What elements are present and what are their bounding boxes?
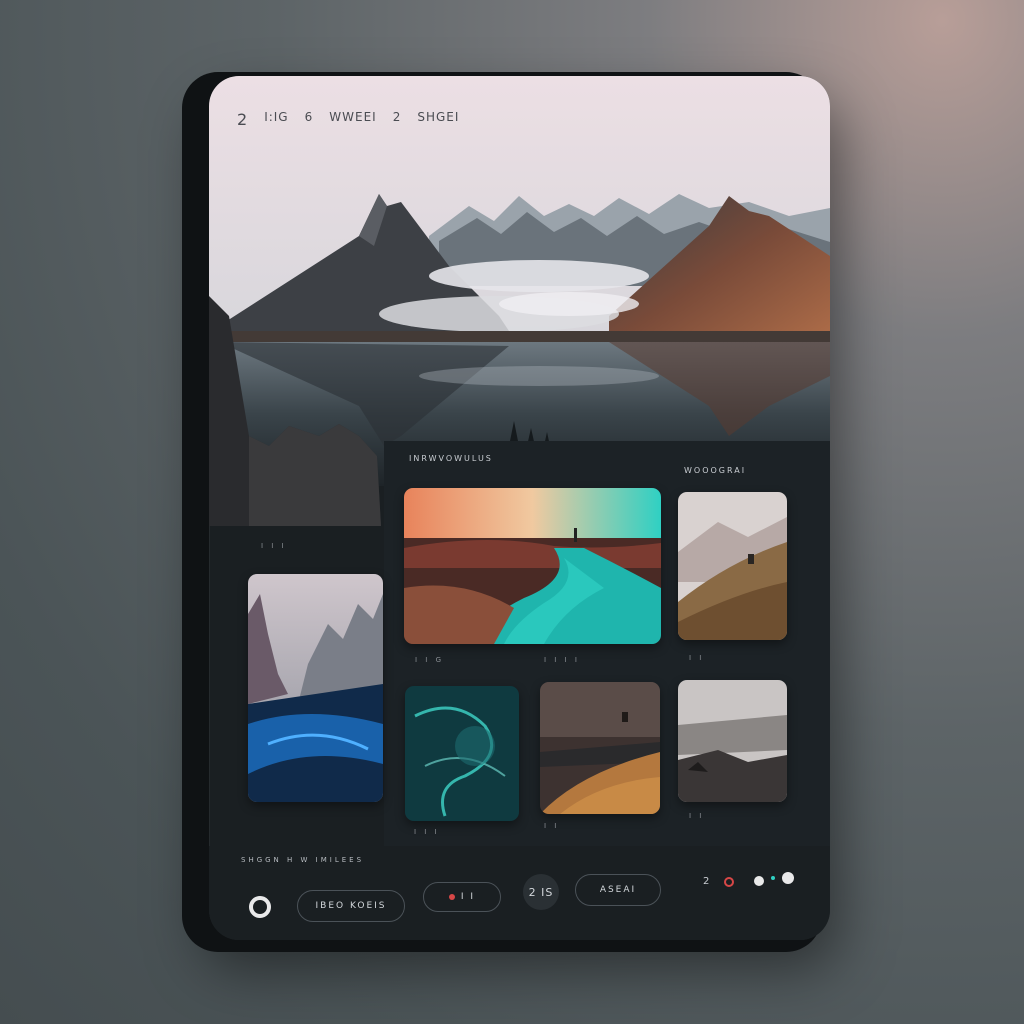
gallery-tile-row2-right[interactable]	[678, 680, 787, 802]
side-title: WOOOGRAI	[684, 466, 747, 475]
caption-side-top: I I	[689, 654, 705, 662]
home-button[interactable]	[249, 896, 271, 918]
gallery-tile-left-tall[interactable]	[248, 574, 383, 802]
page-number: 2	[703, 876, 710, 887]
bottom-label: SHGGN H W IMILEES	[241, 856, 365, 864]
gallery-tile-row2-left[interactable]	[405, 686, 519, 821]
gallery-tile-side-top[interactable]	[678, 492, 787, 640]
gallery-tile-row2-mid[interactable]	[540, 682, 660, 814]
status-text-1: I:IG	[264, 110, 289, 124]
center-badge[interactable]: 2 IS	[523, 874, 559, 910]
indicator-red-dot[interactable]	[724, 877, 734, 887]
rock-formation	[209, 296, 381, 526]
status-number-3: 2	[392, 110, 402, 124]
record-indicator-icon	[448, 894, 455, 900]
caption-row2-mid: I I	[544, 822, 560, 830]
pill-button-1[interactable]: IBEO KOEIS	[297, 890, 405, 922]
status-number-2: 6	[304, 110, 314, 124]
pill-button-3[interactable]: ASEAI	[575, 874, 661, 906]
status-text-3: SHGEI	[417, 110, 460, 124]
pill-button-2-label: I I	[460, 892, 476, 902]
pill-button-2[interactable]: I I	[423, 882, 501, 912]
indicator-dot-2	[771, 876, 775, 880]
indicator-dot-3[interactable]	[782, 872, 794, 884]
gallery-tile-featured[interactable]	[404, 488, 661, 644]
status-number-left: 2	[237, 110, 249, 129]
caption-featured-left: I I G	[415, 656, 445, 664]
caption-featured-right: I I I I	[544, 656, 580, 664]
caption-row2-right: I I	[689, 812, 705, 820]
caption-row2-left: I I I	[414, 828, 440, 836]
section-title: INRWVOWULUS	[409, 454, 493, 463]
status-bar: 2 I:IG 6 WWEEI 2 SHGEI	[237, 110, 459, 129]
indicator-dot-1[interactable]	[754, 876, 764, 886]
status-text-2: WWEEI	[329, 110, 377, 124]
tablet-screen: 2 I:IG 6 WWEEI 2 SHGEI INRWVOWULUS WOOOG…	[209, 76, 830, 940]
caption-left-top: I I I	[261, 542, 287, 550]
